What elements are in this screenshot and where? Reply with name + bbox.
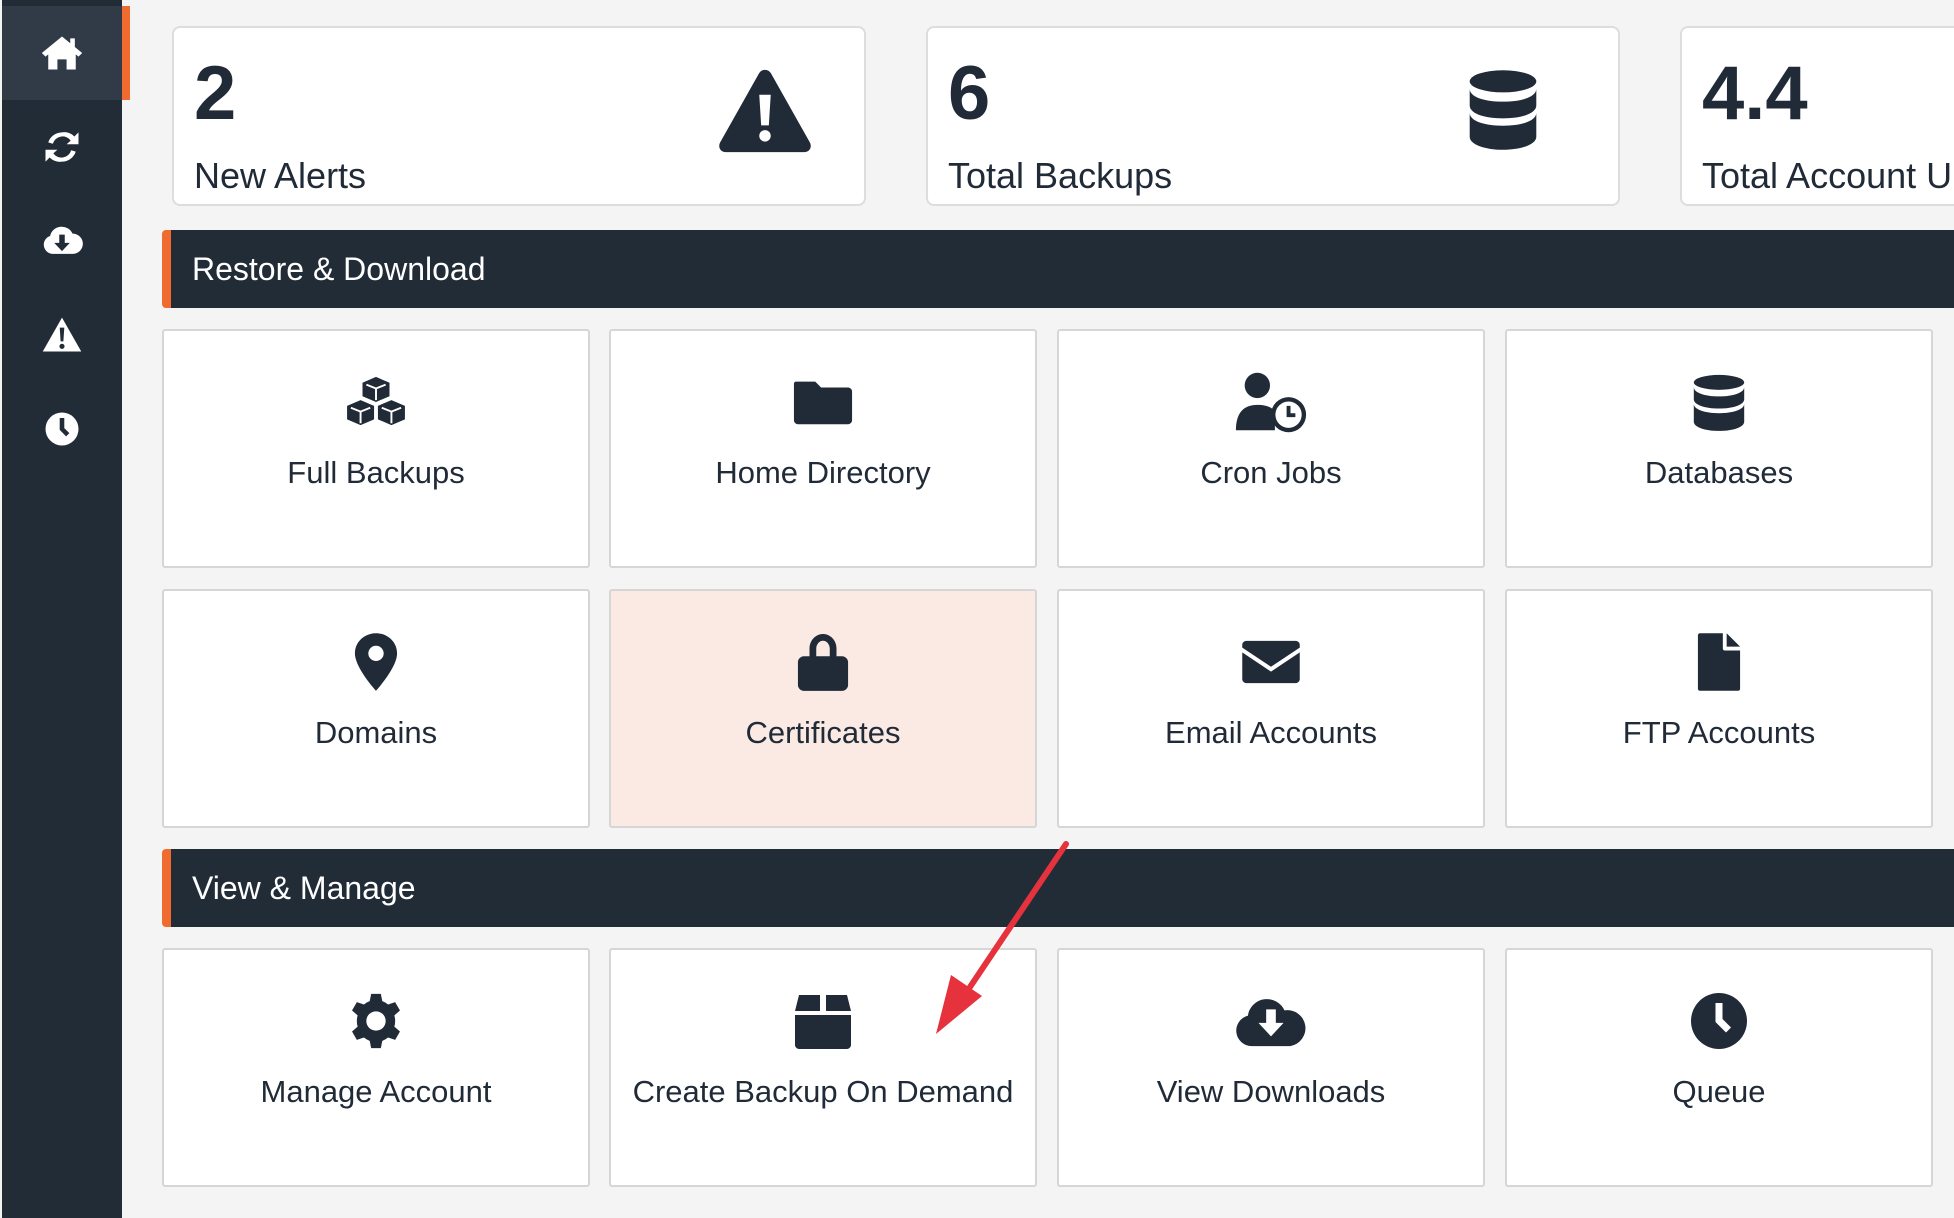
section-header-restore: Restore & Download — [162, 230, 1954, 308]
tile-label: Full Backups — [287, 455, 465, 490]
sidebar-item-sync[interactable] — [2, 100, 122, 194]
tile-label: View Downloads — [1156, 1074, 1386, 1109]
tile-view-downloads[interactable]: View Downloads — [1057, 948, 1485, 1187]
section-header-manage: View & Manage — [162, 849, 1954, 927]
database-icon — [1466, 68, 1540, 152]
user-clock-icon — [1059, 369, 1483, 435]
cloud-download-icon — [43, 226, 83, 254]
tile-cron-jobs[interactable]: Cron Jobs — [1057, 329, 1485, 568]
tile-full-backups[interactable]: Full Backups — [162, 329, 590, 568]
tile-home-directory[interactable]: Home Directory — [609, 329, 1037, 568]
map-marker-icon — [164, 629, 588, 695]
tile-label: Databases — [1644, 455, 1794, 490]
sidebar-item-queue[interactable] — [2, 382, 122, 476]
tile-label: FTP Accounts — [1622, 715, 1816, 750]
tile-create-backup-on-demand[interactable]: Create Backup On Demand — [609, 948, 1037, 1187]
tile-email-accounts[interactable]: Email Accounts — [1057, 589, 1485, 828]
tile-label: Email Accounts — [1165, 715, 1377, 750]
tile-label: Manage Account — [260, 1074, 492, 1109]
clock-icon — [1507, 988, 1931, 1054]
envelope-icon — [1059, 629, 1483, 695]
tile-label: Certificates — [745, 715, 901, 750]
sidebar-item-home[interactable] — [2, 6, 130, 100]
stat-value: 2 — [194, 51, 237, 136]
tile-label: Cron Jobs — [1200, 455, 1342, 490]
stat-label: Total Account U — [1702, 155, 1953, 196]
gear-icon — [164, 988, 588, 1054]
sync-icon — [45, 132, 79, 162]
stat-label: New Alerts — [194, 155, 367, 196]
clock-icon — [45, 412, 79, 446]
tile-label: Home Directory — [715, 455, 931, 490]
tile-domains[interactable]: Domains — [162, 589, 590, 828]
stat-value: 6 — [948, 51, 991, 136]
tile-ftp-accounts[interactable]: FTP Accounts — [1505, 589, 1933, 828]
tile-certificates[interactable]: Certificates — [609, 589, 1037, 828]
tile-databases[interactable]: Databases — [1505, 329, 1933, 568]
cubes-icon — [164, 369, 588, 435]
sidebar-item-alerts[interactable] — [2, 288, 122, 382]
sidebar-item-downloads[interactable] — [2, 194, 122, 288]
stat-label: Total Backups — [948, 155, 1173, 196]
stat-card-account-usage[interactable]: 4.4 Total Account U — [1680, 26, 1954, 206]
tile-label: Domains — [314, 715, 438, 750]
stat-card-backups[interactable]: 6 Total Backups — [926, 26, 1620, 206]
file-icon — [1507, 629, 1931, 695]
database-icon — [1507, 369, 1931, 435]
sidebar — [2, 0, 130, 1218]
tile-label: Create Backup On Demand — [632, 1074, 1014, 1109]
folder-icon — [611, 369, 1035, 435]
stat-card-alerts[interactable]: 2 New Alerts — [172, 26, 866, 206]
tile-label: Queue — [1672, 1074, 1766, 1109]
tile-queue[interactable]: Queue — [1505, 948, 1933, 1187]
home-icon — [41, 36, 83, 70]
lock-icon — [611, 629, 1035, 695]
warning-icon — [42, 317, 82, 352]
warning-icon — [717, 68, 813, 154]
tile-manage-account[interactable]: Manage Account — [162, 948, 590, 1187]
stat-value: 4.4 — [1702, 51, 1808, 136]
cloud-download-icon — [1059, 988, 1483, 1054]
box-icon — [611, 988, 1035, 1054]
